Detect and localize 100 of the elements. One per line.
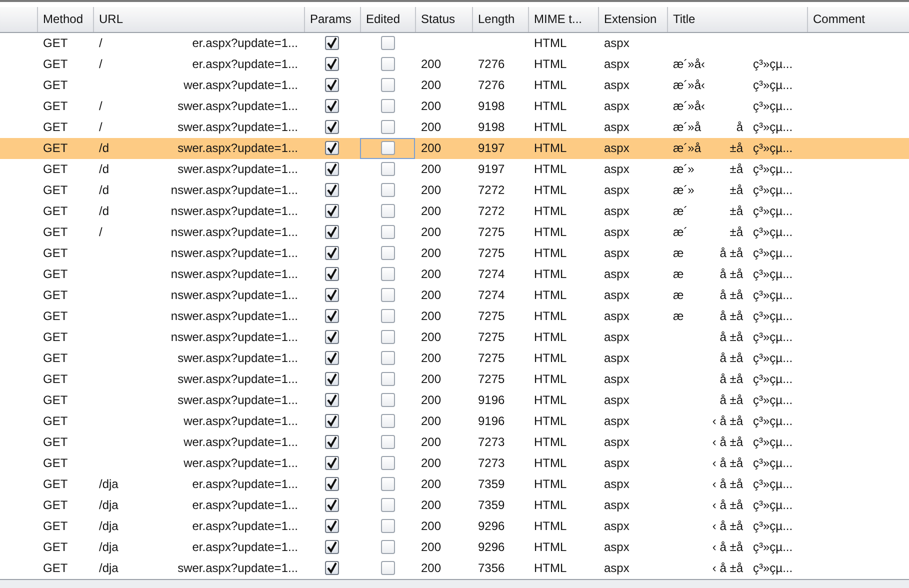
checkbox[interactable] bbox=[380, 162, 394, 176]
table-cell-text: ç³»çµ... bbox=[753, 140, 794, 158]
column-header[interactable]: Params bbox=[304, 7, 360, 32]
checkbox[interactable] bbox=[325, 477, 339, 492]
column-header[interactable]: URL bbox=[93, 7, 304, 32]
checkbox[interactable] bbox=[325, 246, 339, 260]
table-row[interactable]: GET /d swer.aspx?update=1... 200 9197 HTML aspx æ´»å ±å ç³»çµ... bbox=[0, 138, 909, 159]
table-row[interactable]: GET nswer.aspx?update=1... 200 7274 HTML aspx æ å ±å ç³»çµ... bbox=[0, 284, 909, 306]
checkbox[interactable] bbox=[380, 393, 394, 408]
table-row[interactable]: GET nswer.aspx?update=1... 200 7275 HTML aspx å ±å ç³»çµ... bbox=[0, 326, 909, 348]
table-row[interactable]: GET swer.aspx?update=1... 200 9196 HTML aspx å ±å ç³»çµ... bbox=[0, 390, 909, 411]
column-header[interactable]: Comment bbox=[807, 7, 909, 32]
checkbox[interactable] bbox=[325, 120, 339, 134]
checkbox[interactable] bbox=[380, 78, 394, 92]
table-row[interactable]: GET /dja er.aspx?update=1... 200 7359 HTML aspx ‹ å ±å ç³»çµ... bbox=[0, 474, 909, 495]
checkbox[interactable] bbox=[325, 372, 339, 386]
table-row[interactable]: GET / nswer.aspx?update=1... 200 7275 HTML aspx æ´ ±å ç³»çµ... bbox=[0, 222, 909, 243]
checkbox[interactable] bbox=[325, 309, 339, 324]
column-header[interactable]: Status bbox=[415, 7, 472, 32]
checkbox[interactable] bbox=[380, 99, 394, 114]
table-cell: aspx bbox=[604, 540, 630, 554]
table-row[interactable]: GET wer.aspx?update=1... 200 7273 HTML aspx ‹ å ±å ç³»çµ... bbox=[0, 452, 909, 474]
checkbox[interactable] bbox=[325, 435, 339, 450]
checkbox[interactable] bbox=[325, 456, 339, 470]
checkbox[interactable] bbox=[380, 330, 394, 344]
checkbox[interactable] bbox=[380, 309, 394, 324]
table-row[interactable]: GET /dja er.aspx?update=1... 200 9296 HTML aspx ‹ å ±å ç³»çµ... bbox=[0, 536, 909, 558]
checkbox[interactable] bbox=[325, 99, 339, 114]
checkbox[interactable] bbox=[325, 162, 339, 176]
checkbox[interactable] bbox=[325, 57, 339, 72]
checkbox[interactable] bbox=[325, 36, 339, 50]
checkbox[interactable] bbox=[325, 183, 339, 198]
checkbox[interactable] bbox=[325, 225, 339, 240]
horizontal-scrollbar[interactable] bbox=[0, 578, 909, 588]
checkbox[interactable] bbox=[380, 36, 394, 50]
table-row[interactable]: GET / er.aspx?update=1... HTML aspx bbox=[0, 32, 909, 54]
checkbox[interactable] bbox=[325, 393, 339, 408]
table-row[interactable]: GET wer.aspx?update=1... 200 7273 HTML aspx ‹ å ±å ç³»çµ... bbox=[0, 432, 909, 453]
checkbox[interactable] bbox=[325, 351, 339, 366]
table-cell-text: ç³»çµ... bbox=[753, 203, 794, 220]
checkbox[interactable] bbox=[380, 477, 394, 492]
checkbox[interactable] bbox=[380, 561, 394, 576]
table-row[interactable]: GET swer.aspx?update=1... 200 7275 HTML aspx å ±å ç³»çµ... bbox=[0, 368, 909, 390]
table-row[interactable]: GET / swer.aspx?update=1... 200 9198 HTML aspx æ´»å‹ ç³»çµ... bbox=[0, 96, 909, 117]
checkbox[interactable] bbox=[380, 183, 394, 198]
table-row[interactable]: GET wer.aspx?update=1... 200 9196 HTML aspx ‹ å ±å ç³»çµ... bbox=[0, 410, 909, 432]
table-row[interactable]: GET wer.aspx?update=1... 200 7276 HTML aspx æ´»å‹ ç³»çµ... bbox=[0, 74, 909, 96]
column-header[interactable]: Extension bbox=[598, 7, 667, 32]
checkbox[interactable] bbox=[380, 120, 394, 134]
checkbox[interactable] bbox=[380, 288, 394, 302]
checkbox[interactable] bbox=[325, 141, 339, 156]
column-header[interactable]: Title bbox=[667, 7, 807, 32]
column-header[interactable]: Method bbox=[37, 7, 93, 32]
checkbox[interactable] bbox=[380, 246, 394, 260]
checkbox[interactable] bbox=[325, 561, 339, 576]
checkbox[interactable] bbox=[325, 288, 339, 302]
checkbox[interactable] bbox=[325, 519, 339, 534]
checkbox[interactable] bbox=[380, 204, 394, 218]
checkbox[interactable] bbox=[325, 498, 339, 512]
checkbox[interactable] bbox=[380, 267, 394, 282]
checkbox[interactable] bbox=[325, 540, 339, 554]
checkbox[interactable] bbox=[380, 540, 394, 554]
table-cell: GET bbox=[43, 57, 68, 72]
table-row[interactable]: GET /d swer.aspx?update=1... 200 9197 HTML aspx æ´» ±å ç³»çµ... bbox=[0, 158, 909, 180]
checkbox[interactable] bbox=[325, 267, 339, 282]
table-row[interactable]: GET /d nswer.aspx?update=1... 200 7272 HTML aspx æ´ ±å ç³»çµ... bbox=[0, 200, 909, 222]
table-row[interactable]: GET / er.aspx?update=1... 200 7276 HTML aspx æ´»å‹ ç³»çµ... bbox=[0, 54, 909, 75]
checkbox[interactable] bbox=[325, 78, 339, 92]
column-header[interactable]: Edited bbox=[360, 7, 415, 32]
table-cell: 200 bbox=[421, 372, 442, 386]
table-row[interactable]: GET / swer.aspx?update=1... 200 9198 HTML aspx æ´»å å ç³»çµ... bbox=[0, 116, 909, 138]
checkbox[interactable] bbox=[380, 498, 394, 512]
table-row[interactable]: GET /dja er.aspx?update=1... 200 9296 HTML aspx ‹ å ±å ç³»çµ... bbox=[0, 516, 909, 537]
table-cell: HTML bbox=[534, 498, 567, 512]
table-row[interactable]: GET /dja er.aspx?update=1... 200 7359 HTML aspx ‹ å ±å ç³»çµ... bbox=[0, 494, 909, 516]
table-row[interactable]: GET /d nswer.aspx?update=1... 200 7272 HTML aspx æ´» ±å ç³»çµ... bbox=[0, 180, 909, 201]
table-cell: HTML bbox=[534, 183, 567, 198]
checkbox[interactable] bbox=[380, 351, 394, 366]
table-cell-text: ç³»çµ... bbox=[753, 518, 794, 536]
table-cell: aspx bbox=[604, 120, 630, 134]
column-header[interactable]: MIME t... bbox=[528, 7, 598, 32]
checkbox[interactable] bbox=[325, 204, 339, 218]
checkbox[interactable] bbox=[380, 519, 394, 534]
checkbox[interactable] bbox=[380, 141, 394, 156]
checkbox[interactable] bbox=[380, 225, 394, 240]
checkbox[interactable] bbox=[380, 414, 394, 428]
table-row[interactable]: GET nswer.aspx?update=1... 200 7275 HTML aspx æ å ±å ç³»çµ... bbox=[0, 306, 909, 327]
table-cell: GET bbox=[43, 288, 68, 302]
checkbox[interactable] bbox=[380, 57, 394, 72]
checkbox[interactable] bbox=[325, 330, 339, 344]
table-row[interactable]: GET nswer.aspx?update=1... 200 7274 HTML aspx æ å ±å ç³»çµ... bbox=[0, 264, 909, 285]
checkbox[interactable] bbox=[325, 414, 339, 428]
table-row[interactable]: GET /dja swer.aspx?update=1... 200 7356 HTML aspx ‹ å ±å ç³»çµ... bbox=[0, 558, 909, 579]
column-header[interactable]: Length bbox=[472, 7, 528, 32]
checkbox[interactable] bbox=[380, 435, 394, 450]
table-row[interactable]: GET nswer.aspx?update=1... 200 7275 HTML aspx æ å ±å ç³»çµ... bbox=[0, 242, 909, 264]
table-cell-text: ç³»çµ... bbox=[753, 350, 794, 368]
checkbox[interactable] bbox=[380, 456, 394, 470]
table-row[interactable]: GET swer.aspx?update=1... 200 7275 HTML aspx å ±å ç³»çµ... bbox=[0, 348, 909, 369]
checkbox[interactable] bbox=[380, 372, 394, 386]
